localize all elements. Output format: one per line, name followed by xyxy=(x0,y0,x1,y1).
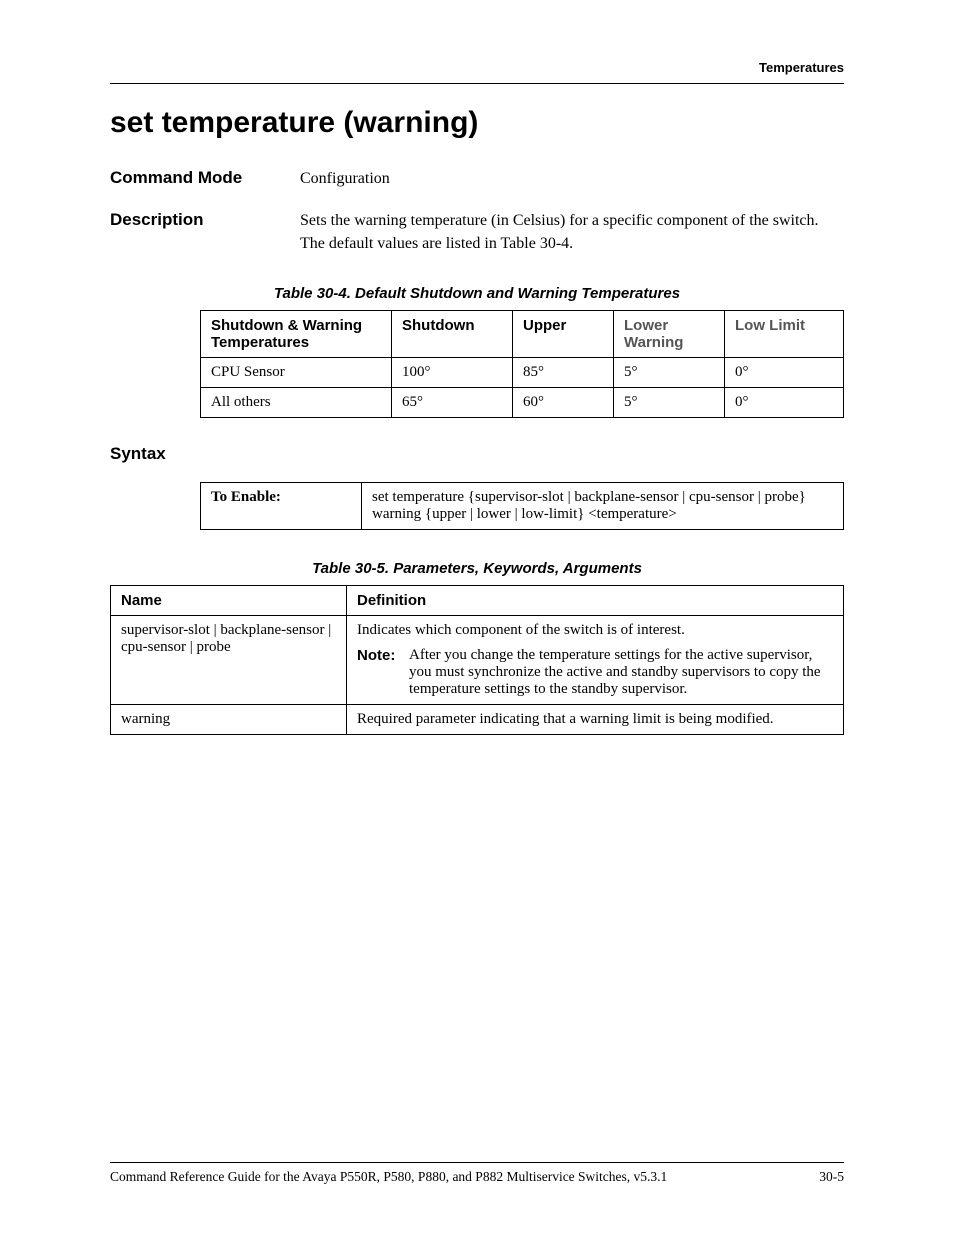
footer-left: Command Reference Guide for the Avaya P5… xyxy=(110,1169,667,1185)
description-row: Description Sets the warning temperature… xyxy=(110,210,844,255)
syntax-table: To Enable: set temperature {supervisor-s… xyxy=(200,482,844,530)
footer-right: 30-5 xyxy=(819,1169,844,1185)
note-label: Note: xyxy=(357,647,409,698)
page-title: set temperature (warning) xyxy=(110,106,844,140)
t5-h1: Name xyxy=(111,586,347,616)
t4-r1c2: 100° xyxy=(392,358,513,388)
description-label: Description xyxy=(110,210,300,230)
t4-r2c2: 65° xyxy=(392,388,513,418)
command-mode-label: Command Mode xyxy=(110,168,300,188)
note-block: Note: After you change the temperature s… xyxy=(357,647,833,698)
t5-r1c1: supervisor-slot | backplane-sensor | cpu… xyxy=(111,616,347,705)
t4-r1c5: 0° xyxy=(725,358,844,388)
table-row: All others 65° 60° 5° 0° xyxy=(201,388,844,418)
footer-rule xyxy=(110,1162,844,1163)
t5-r1-def: Indicates which component of the switch … xyxy=(357,622,685,638)
t4-h2: Shutdown xyxy=(392,311,513,358)
t4-r1c1: CPU Sensor xyxy=(201,358,392,388)
table-30-5-caption: Table 30-5. Parameters, Keywords, Argume… xyxy=(110,560,844,577)
t5-r1c2: Indicates which component of the switch … xyxy=(347,616,844,705)
t4-h5: Low Limit xyxy=(725,311,844,358)
command-mode-value: Configuration xyxy=(300,168,844,190)
table-30-4: Shutdown & Warning Temperatures Shutdown… xyxy=(200,310,844,418)
note-text: After you change the temperature setting… xyxy=(409,647,833,698)
page-footer: Command Reference Guide for the Avaya P5… xyxy=(110,1162,844,1185)
t4-r2c4: 5° xyxy=(614,388,725,418)
table-row: CPU Sensor 100° 85° 5° 0° xyxy=(201,358,844,388)
t5-r2c1: warning xyxy=(111,705,347,735)
syntax-enable-label: To Enable: xyxy=(201,483,362,530)
t4-r2c3: 60° xyxy=(513,388,614,418)
t4-h4: Lower Warning xyxy=(614,311,725,358)
description-value: Sets the warning temperature (in Celsius… xyxy=(300,210,844,255)
table-30-5: Name Definition supervisor-slot | backpl… xyxy=(110,585,844,735)
table-30-4-caption: Table 30-4. Default Shutdown and Warning… xyxy=(110,285,844,302)
table-row: supervisor-slot | backplane-sensor | cpu… xyxy=(111,616,844,705)
syntax-enable-text: set temperature {supervisor-slot | backp… xyxy=(362,483,844,530)
t5-r2c2: Required parameter indicating that a war… xyxy=(347,705,844,735)
t4-h3: Upper xyxy=(513,311,614,358)
syntax-heading: Syntax xyxy=(110,444,844,464)
t4-h1: Shutdown & Warning Temperatures xyxy=(201,311,392,358)
t5-h2: Definition xyxy=(347,586,844,616)
t4-r1c3: 85° xyxy=(513,358,614,388)
command-mode-row: Command Mode Configuration xyxy=(110,168,844,190)
t4-r2c1: All others xyxy=(201,388,392,418)
t4-r1c4: 5° xyxy=(614,358,725,388)
t4-r2c5: 0° xyxy=(725,388,844,418)
table-row: warning Required parameter indicating th… xyxy=(111,705,844,735)
running-header: Temperatures xyxy=(110,60,844,75)
header-rule xyxy=(110,83,844,84)
